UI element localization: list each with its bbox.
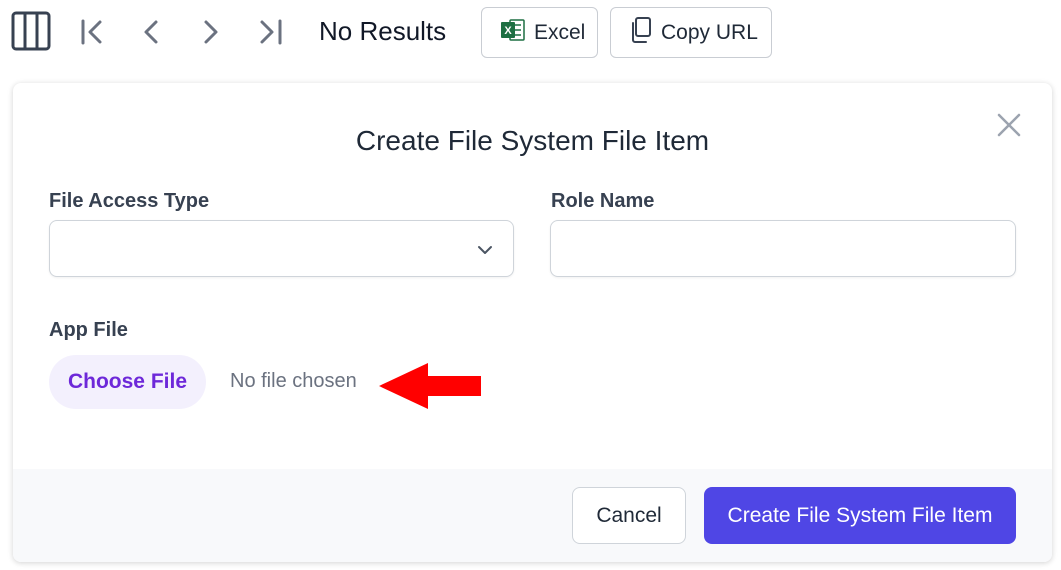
create-file-item-modal: Create File System File Item File Access… <box>13 83 1052 562</box>
last-page-icon[interactable] <box>252 14 290 50</box>
excel-label: Excel <box>534 20 586 44</box>
copy-icon <box>629 16 653 50</box>
modal-title: Create File System File Item <box>355 125 710 156</box>
create-file-item-button[interactable]: Create File System File Item <box>704 487 1016 544</box>
file-access-type-label: File Access Type <box>49 190 210 212</box>
modal-footer: Cancel Create File System File Item <box>13 469 1052 562</box>
file-status-text: No file chosen <box>230 370 357 392</box>
red-arrow-icon <box>377 363 483 409</box>
copy-url-label: Copy URL <box>661 20 758 44</box>
app-file-label: App File <box>49 319 128 341</box>
chevron-right-icon[interactable] <box>194 14 228 50</box>
svg-text:X: X <box>504 25 512 37</box>
choose-file-button[interactable]: Choose File <box>49 355 206 409</box>
file-access-type-select[interactable] <box>49 220 514 277</box>
role-name-input[interactable] <box>550 220 1016 277</box>
columns-icon[interactable] <box>10 10 52 52</box>
chevron-down-icon <box>475 240 495 260</box>
excel-icon: X <box>500 17 526 49</box>
copy-url-button[interactable]: Copy URL <box>610 7 772 58</box>
first-page-icon[interactable] <box>72 14 110 50</box>
excel-export-button[interactable]: X Excel <box>481 7 598 58</box>
role-name-label: Role Name <box>551 190 655 212</box>
results-status: No Results <box>319 16 447 46</box>
app-file-input: Choose File No file chosen <box>49 355 649 409</box>
chevron-left-icon[interactable] <box>134 14 168 50</box>
toolbar: No Results X Excel Copy URL <box>0 0 1061 62</box>
close-icon[interactable] <box>993 109 1025 141</box>
cancel-button[interactable]: Cancel <box>572 487 686 544</box>
